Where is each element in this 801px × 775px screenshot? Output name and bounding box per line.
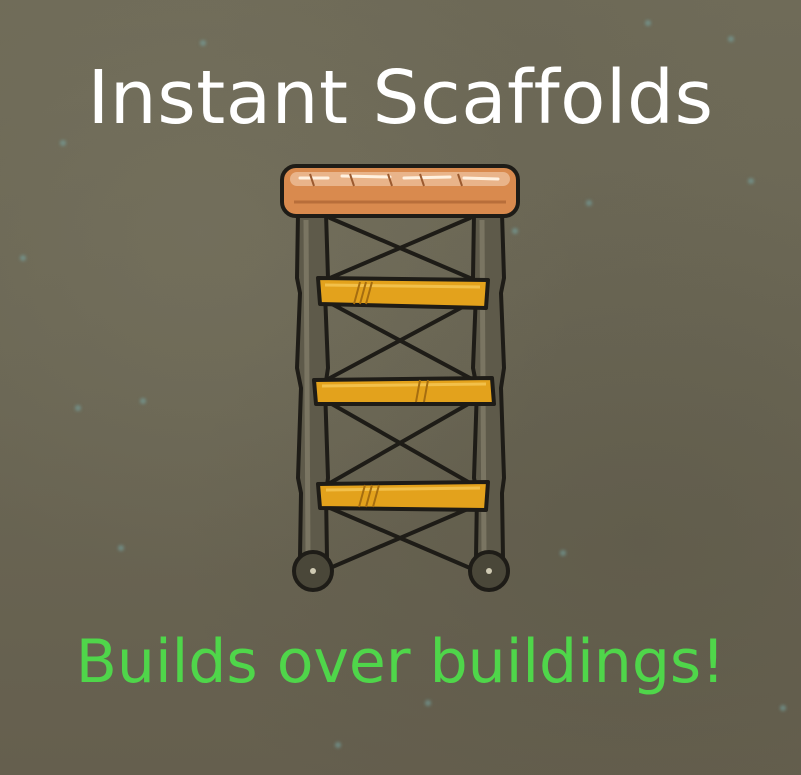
background-speck bbox=[335, 742, 341, 748]
background-speck bbox=[560, 550, 566, 556]
background-speck bbox=[200, 40, 206, 46]
background-speck bbox=[140, 398, 146, 404]
mod-tagline: Builds over buildings! bbox=[75, 627, 726, 697]
beam-2 bbox=[312, 376, 496, 406]
mod-title: Instant Scaffolds bbox=[87, 55, 714, 141]
background-speck bbox=[780, 705, 786, 711]
background-speck bbox=[728, 36, 734, 42]
background-speck bbox=[118, 545, 124, 551]
background-speck bbox=[586, 200, 592, 206]
top-plank bbox=[280, 164, 520, 218]
promo-card: Instant Scaffolds Builds over buildings! bbox=[0, 0, 801, 775]
beam-1 bbox=[316, 276, 490, 310]
background-speck bbox=[75, 405, 81, 411]
background-speck bbox=[20, 255, 26, 261]
background-speck bbox=[748, 178, 754, 184]
scaffold-icon bbox=[280, 164, 520, 592]
background-speck bbox=[645, 20, 651, 26]
beam-3 bbox=[316, 480, 490, 512]
